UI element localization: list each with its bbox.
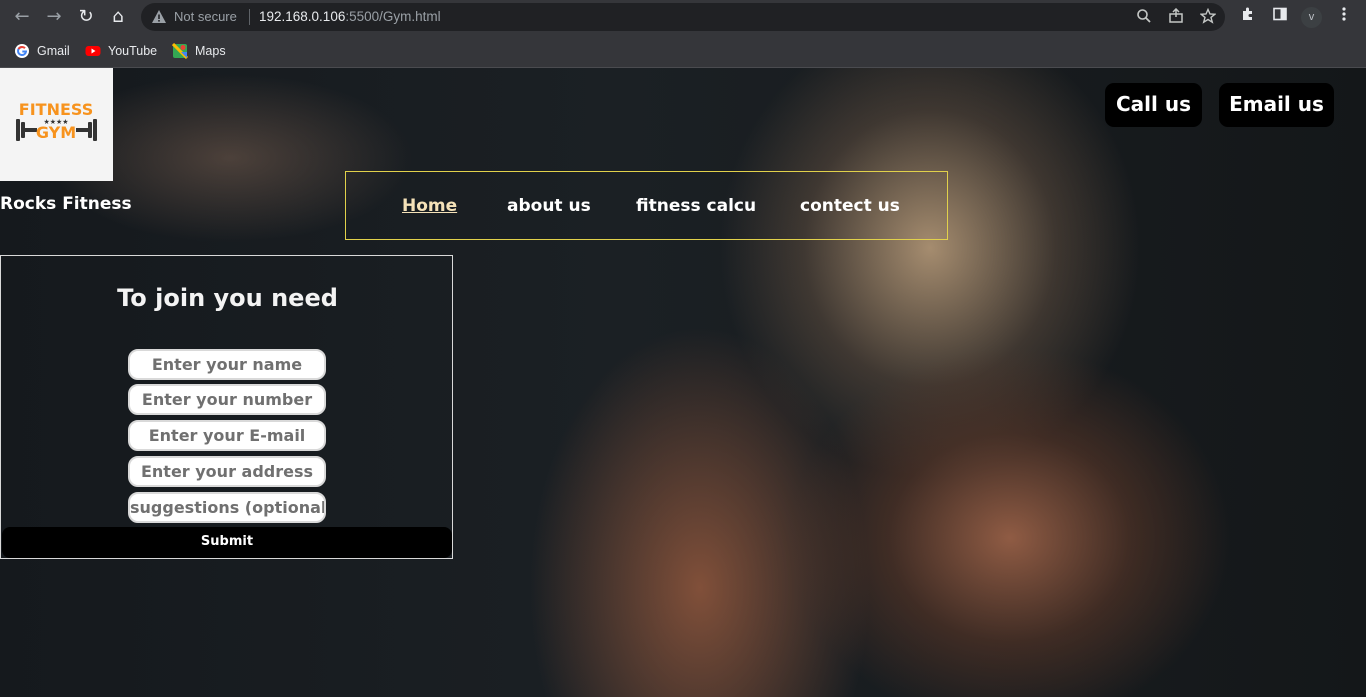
suggestions-input[interactable]: suggestions (optional) xyxy=(128,492,326,523)
extensions-icon[interactable] xyxy=(1237,6,1259,28)
url-path: :5500/Gym.html xyxy=(345,9,441,24)
name-input[interactable]: Enter your name xyxy=(128,349,326,380)
star-icon[interactable] xyxy=(1199,7,1217,26)
submit-button[interactable]: Submit xyxy=(2,527,452,558)
youtube-icon xyxy=(85,46,101,56)
home-button[interactable]: ⌂ xyxy=(107,6,129,28)
bookmark-label: Gmail xyxy=(37,44,70,58)
sidebar-icon[interactable] xyxy=(1269,6,1291,28)
email-us-button[interactable]: Email us xyxy=(1219,83,1334,127)
zoom-icon[interactable] xyxy=(1135,8,1153,26)
browser-toolbar: ← → ↻ ⌂ Not secure 192.168.0.106:5500/Gy… xyxy=(0,0,1366,35)
main-nav: Home about us fitness calcu contect us xyxy=(345,171,948,240)
logo-word-fitness: FITNESS xyxy=(19,100,93,119)
form-title: To join you need xyxy=(117,284,338,312)
google-icon xyxy=(15,44,29,58)
nav-home[interactable]: Home xyxy=(402,196,457,216)
maps-icon xyxy=(172,43,188,59)
nav-about[interactable]: about us xyxy=(507,196,591,216)
bookmark-label: Maps xyxy=(195,44,226,58)
security-status[interactable]: Not secure xyxy=(174,9,237,24)
address-input[interactable]: Enter your address xyxy=(128,456,326,487)
phone-input[interactable]: Enter your number xyxy=(128,384,326,415)
bookmark-label: YouTube xyxy=(108,44,158,58)
warning-icon[interactable] xyxy=(151,9,167,25)
email-input[interactable]: Enter your E-mail xyxy=(128,420,326,451)
omnibox-divider xyxy=(249,9,250,25)
bookmark-youtube[interactable]: YouTube xyxy=(85,41,157,61)
site-name: Rocks Fitness xyxy=(0,194,132,214)
hero-background: FITNESS ★★★★ GYM Rocks Fitness Home abou… xyxy=(0,68,1366,697)
address-bar[interactable]: Not secure 192.168.0.106:5500/Gym.html xyxy=(141,3,1225,31)
bookmark-gmail[interactable]: Gmail xyxy=(14,41,70,61)
logo-word-gym: GYM xyxy=(36,123,76,142)
url-text[interactable]: 192.168.0.106:5500/Gym.html xyxy=(259,9,441,24)
join-form: To join you need Enter your name Enter y… xyxy=(0,255,453,559)
nav-fitness-calculator[interactable]: fitness calcu xyxy=(636,196,756,216)
call-us-button[interactable]: Call us xyxy=(1105,83,1202,127)
url-host: 192.168.0.106 xyxy=(259,9,346,24)
profile-avatar[interactable]: v xyxy=(1301,7,1322,28)
nav-contact[interactable]: contect us xyxy=(800,196,900,216)
menu-icon[interactable] xyxy=(1333,6,1355,28)
share-icon[interactable] xyxy=(1167,7,1185,26)
back-button[interactable]: ← xyxy=(11,6,33,28)
forward-button[interactable]: → xyxy=(43,6,65,28)
site-logo[interactable]: FITNESS ★★★★ GYM xyxy=(0,68,113,181)
dumbbell-logo-icon: FITNESS ★★★★ GYM xyxy=(16,100,97,142)
bookmark-maps[interactable]: Maps xyxy=(172,41,226,61)
bookmarks-bar: Gmail YouTube Maps xyxy=(0,35,1366,68)
reload-button[interactable]: ↻ xyxy=(75,6,97,28)
